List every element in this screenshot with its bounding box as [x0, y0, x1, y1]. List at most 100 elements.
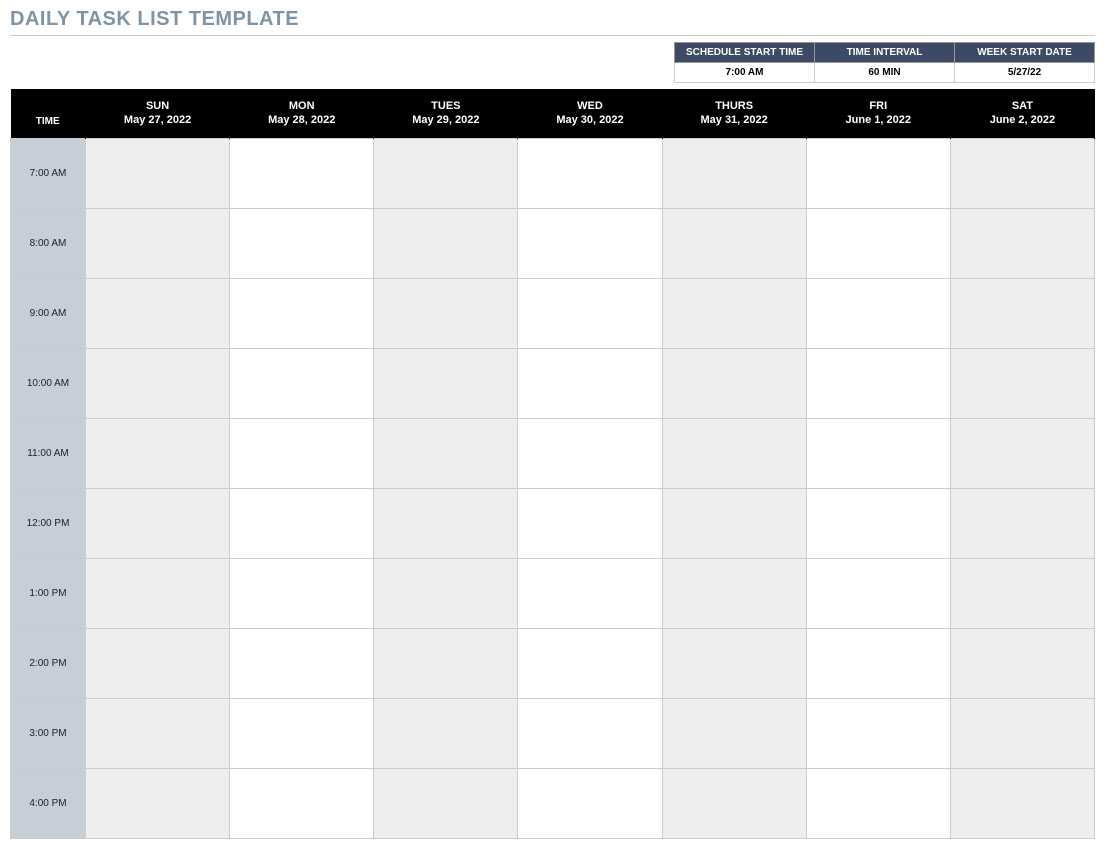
task-cell[interactable] — [662, 278, 806, 348]
task-cell[interactable] — [86, 628, 230, 698]
task-cell[interactable] — [806, 138, 950, 208]
day-name: THURS — [667, 99, 802, 113]
task-cell[interactable] — [518, 628, 662, 698]
task-cell[interactable] — [662, 628, 806, 698]
task-cell[interactable] — [230, 488, 374, 558]
task-cell[interactable] — [806, 768, 950, 838]
task-cell[interactable] — [806, 208, 950, 278]
task-cell[interactable] — [950, 208, 1094, 278]
task-cell[interactable] — [662, 768, 806, 838]
schedule-header-row: TIME SUNMay 27, 2022MONMay 28, 2022TUESM… — [11, 89, 1095, 138]
task-cell[interactable] — [86, 348, 230, 418]
schedule-row: 11:00 AM — [11, 418, 1095, 488]
task-cell[interactable] — [950, 278, 1094, 348]
time-cell: 8:00 AM — [11, 208, 86, 278]
task-cell[interactable] — [950, 768, 1094, 838]
schedule-row: 2:00 PM — [11, 628, 1095, 698]
day-date: May 29, 2022 — [378, 113, 513, 127]
time-cell: 1:00 PM — [11, 558, 86, 628]
task-cell[interactable] — [230, 138, 374, 208]
task-cell[interactable] — [374, 488, 518, 558]
task-cell[interactable] — [518, 418, 662, 488]
task-cell[interactable] — [86, 138, 230, 208]
day-date: May 28, 2022 — [234, 113, 369, 127]
task-cell[interactable] — [950, 418, 1094, 488]
task-cell[interactable] — [950, 698, 1094, 768]
task-cell[interactable] — [86, 768, 230, 838]
task-cell[interactable] — [806, 558, 950, 628]
time-cell: 2:00 PM — [11, 628, 86, 698]
task-cell[interactable] — [518, 208, 662, 278]
task-cell[interactable] — [950, 488, 1094, 558]
task-cell[interactable] — [86, 278, 230, 348]
task-cell[interactable] — [230, 768, 374, 838]
task-cell[interactable] — [662, 558, 806, 628]
task-cell[interactable] — [374, 418, 518, 488]
task-cell[interactable] — [518, 278, 662, 348]
task-cell[interactable] — [86, 208, 230, 278]
task-cell[interactable] — [374, 138, 518, 208]
day-date: June 1, 2022 — [811, 113, 946, 127]
task-cell[interactable] — [662, 418, 806, 488]
task-cell[interactable] — [518, 698, 662, 768]
task-cell[interactable] — [374, 698, 518, 768]
settings-header-interval: TIME INTERVAL — [815, 43, 955, 63]
task-cell[interactable] — [374, 348, 518, 418]
task-cell[interactable] — [230, 628, 374, 698]
task-cell[interactable] — [950, 558, 1094, 628]
task-cell[interactable] — [518, 558, 662, 628]
task-cell[interactable] — [86, 698, 230, 768]
task-cell[interactable] — [950, 348, 1094, 418]
task-cell[interactable] — [86, 488, 230, 558]
time-cell: 12:00 PM — [11, 488, 86, 558]
task-cell[interactable] — [518, 488, 662, 558]
day-header: FRIJune 1, 2022 — [806, 89, 950, 138]
task-cell[interactable] — [518, 768, 662, 838]
task-cell[interactable] — [374, 768, 518, 838]
task-cell[interactable] — [662, 698, 806, 768]
task-cell[interactable] — [230, 558, 374, 628]
day-date: May 31, 2022 — [667, 113, 802, 127]
task-cell[interactable] — [86, 558, 230, 628]
task-cell[interactable] — [230, 278, 374, 348]
task-cell[interactable] — [662, 348, 806, 418]
task-cell[interactable] — [806, 488, 950, 558]
day-header: SATJune 2, 2022 — [950, 89, 1094, 138]
task-cell[interactable] — [518, 138, 662, 208]
schedule-row: 3:00 PM — [11, 698, 1095, 768]
task-cell[interactable] — [86, 418, 230, 488]
schedule-row: 10:00 AM — [11, 348, 1095, 418]
task-cell[interactable] — [230, 698, 374, 768]
schedule-row: 12:00 PM — [11, 488, 1095, 558]
task-cell[interactable] — [374, 208, 518, 278]
task-cell[interactable] — [374, 278, 518, 348]
time-cell: 11:00 AM — [11, 418, 86, 488]
task-cell[interactable] — [662, 208, 806, 278]
task-cell[interactable] — [950, 628, 1094, 698]
task-cell[interactable] — [230, 208, 374, 278]
settings-value-start-time[interactable]: 7:00 AM — [675, 63, 815, 83]
schedule-row: 1:00 PM — [11, 558, 1095, 628]
task-cell[interactable] — [806, 278, 950, 348]
task-cell[interactable] — [230, 348, 374, 418]
task-cell[interactable] — [806, 698, 950, 768]
task-cell[interactable] — [806, 628, 950, 698]
task-cell[interactable] — [662, 488, 806, 558]
task-cell[interactable] — [374, 558, 518, 628]
settings-header-start-time: SCHEDULE START TIME — [675, 43, 815, 63]
schedule-row: 9:00 AM — [11, 278, 1095, 348]
task-cell[interactable] — [806, 418, 950, 488]
task-cell[interactable] — [662, 138, 806, 208]
task-cell[interactable] — [374, 628, 518, 698]
task-cell[interactable] — [950, 138, 1094, 208]
settings-value-interval[interactable]: 60 MIN — [815, 63, 955, 83]
task-cell[interactable] — [806, 348, 950, 418]
day-name: SAT — [955, 99, 1090, 113]
day-header: SUNMay 27, 2022 — [86, 89, 230, 138]
time-cell: 7:00 AM — [11, 138, 86, 208]
settings-value-week-start[interactable]: 5/27/22 — [955, 63, 1095, 83]
day-date: May 30, 2022 — [522, 113, 657, 127]
task-cell[interactable] — [230, 418, 374, 488]
task-cell[interactable] — [518, 348, 662, 418]
time-cell: 10:00 AM — [11, 348, 86, 418]
